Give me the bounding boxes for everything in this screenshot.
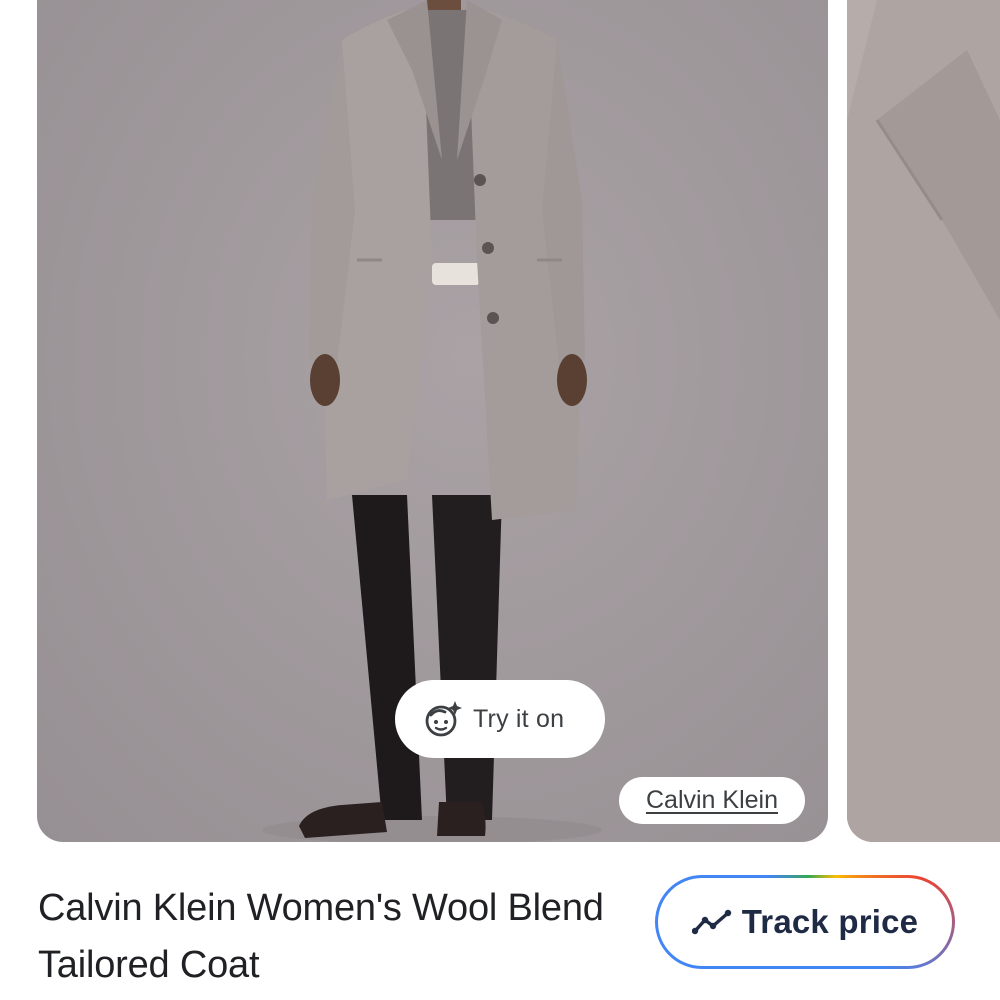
- brand-link-label: Calvin Klein: [645, 786, 778, 814]
- product-image-main[interactable]: Try it on Calvin Klein: [37, 0, 828, 842]
- brand-link-chip[interactable]: Calvin Klein: [619, 777, 805, 824]
- image-carousel[interactable]: Try it on Calvin Klein: [0, 0, 1000, 842]
- try-it-on-label: Try it on: [473, 704, 565, 733]
- product-title: Calvin Klein Women's Wool Blend Tailored…: [38, 887, 604, 986]
- track-price-button[interactable]: Track price: [655, 875, 955, 969]
- product-image-next[interactable]: [847, 0, 1000, 842]
- face-sparkle-icon: [425, 701, 462, 737]
- try-it-on-button[interactable]: Try it on: [395, 680, 605, 758]
- trending-up-icon: [691, 909, 731, 935]
- track-price-label: Track price: [741, 903, 919, 940]
- track-price-inner: Track price: [658, 878, 952, 966]
- product-page: Try it on Calvin Klein Calvin Klein Wome…: [0, 0, 1000, 1000]
- fabric-closeup-photo: [847, 0, 1000, 842]
